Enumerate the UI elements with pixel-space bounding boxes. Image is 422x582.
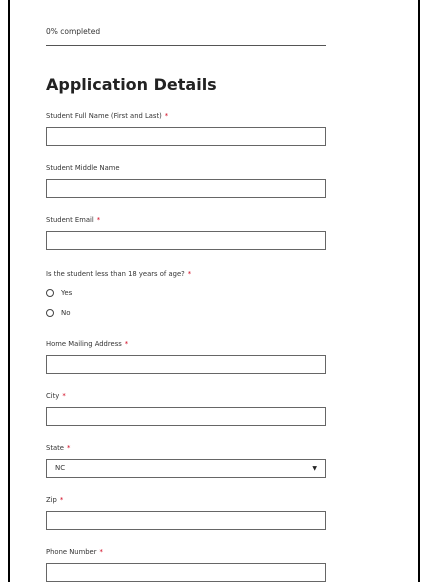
state-select[interactable]: NC ▼ — [46, 459, 326, 478]
required-asterisk: * — [59, 496, 64, 504]
required-asterisk: * — [67, 444, 71, 452]
state-selected-value: NC — [55, 464, 66, 472]
city-label-text: City — [46, 392, 60, 400]
email-label-text: Student Email — [46, 216, 94, 224]
phone-label: Phone Number * — [46, 548, 103, 556]
age-question-label: Is the student less than 18 years of age… — [46, 270, 191, 278]
radio-yes[interactable]: Yes — [46, 289, 72, 297]
caret-down-icon: ▼ — [312, 465, 317, 472]
state-label-text: State — [46, 444, 64, 452]
required-asterisk: * — [187, 270, 192, 278]
phone-input[interactable] — [46, 563, 326, 582]
phone-label-text: Phone Number — [46, 548, 97, 556]
full-name-label: Student Full Name (First and Last) * — [46, 112, 168, 120]
email-label: Student Email * — [46, 216, 100, 224]
required-asterisk: * — [99, 548, 103, 556]
radio-circle-icon[interactable] — [46, 309, 54, 317]
required-asterisk: * — [124, 340, 129, 348]
city-input[interactable] — [46, 407, 326, 426]
radio-no-label: No — [61, 309, 71, 317]
address-label: Home Mailing Address * — [46, 340, 128, 348]
progress-bar — [46, 45, 326, 46]
progress-text: 0% completed — [46, 27, 101, 36]
middle-name-input[interactable] — [46, 179, 326, 198]
radio-yes-label: Yes — [61, 289, 73, 297]
address-label-text: Home Mailing Address — [46, 340, 122, 348]
required-asterisk: * — [62, 392, 66, 400]
middle-name-label: Student Middle Name — [46, 164, 120, 172]
page-title: Application Details — [46, 75, 217, 94]
zip-label: Zip * — [46, 496, 63, 504]
state-label: State * — [46, 444, 70, 452]
required-asterisk: * — [96, 216, 101, 224]
zip-input[interactable] — [46, 511, 326, 530]
full-name-input[interactable] — [46, 127, 326, 146]
required-asterisk: * — [164, 112, 169, 120]
radio-circle-icon[interactable] — [46, 289, 54, 297]
email-input[interactable] — [46, 231, 326, 250]
age-question-text: Is the student less than 18 years of age… — [46, 270, 185, 278]
city-label: City * — [46, 392, 66, 400]
full-name-label-text: Student Full Name (First and Last) — [46, 112, 162, 120]
zip-label-text: Zip — [46, 496, 57, 504]
address-input[interactable] — [46, 355, 326, 374]
radio-no[interactable]: No — [46, 309, 71, 317]
